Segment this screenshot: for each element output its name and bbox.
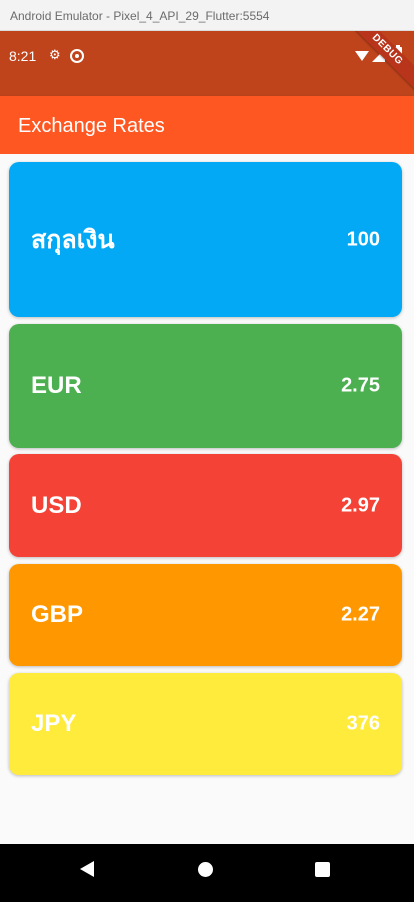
rate-card-header[interactable]: สกุลเงิน 100 — [9, 162, 402, 317]
rate-value: 2.75 — [341, 374, 380, 397]
navigation-bar — [0, 844, 414, 902]
status-time: 8:21 — [9, 48, 37, 64]
recents-icon[interactable] — [315, 862, 330, 877]
app-title: Exchange Rates — [18, 115, 165, 137]
back-icon[interactable] — [80, 861, 94, 877]
rate-value: 2.97 — [341, 494, 380, 516]
window-title: Android Emulator - Pixel_4_API_29_Flutte… — [10, 9, 270, 23]
debug-banner: DEBUG — [342, 31, 414, 95]
rate-value: 2.27 — [341, 603, 380, 626]
rate-card-usd[interactable]: USD 2.97 — [9, 454, 402, 557]
rate-card-gbp[interactable]: GBP 2.27 — [9, 564, 402, 666]
home-icon[interactable] — [198, 862, 213, 877]
rate-card-jpy[interactable]: JPY 376 — [9, 673, 402, 775]
sync-icon — [70, 49, 84, 63]
wifi-icon — [355, 51, 369, 61]
currency-label: สกุลเงิน — [31, 224, 115, 254]
rate-card-eur[interactable]: EUR 2.75 — [9, 324, 402, 448]
rates-list[interactable]: สกุลเงิน 100 EUR 2.75 USD 2.97 GBP 2.27 … — [0, 154, 414, 844]
currency-label: EUR — [31, 372, 82, 399]
window-titlebar: Android Emulator - Pixel_4_API_29_Flutte… — [0, 0, 414, 31]
rate-value: 376 — [346, 712, 380, 735]
currency-label: JPY — [31, 710, 77, 737]
settings-icon: ⚙ — [49, 47, 61, 62]
app-bar: Exchange Rates — [0, 96, 414, 154]
currency-label: GBP — [31, 601, 84, 628]
currency-label: USD — [31, 491, 82, 519]
status-bar: 8:21 ⚙ DEBUG — [0, 31, 414, 96]
rate-value: 100 — [346, 228, 380, 250]
